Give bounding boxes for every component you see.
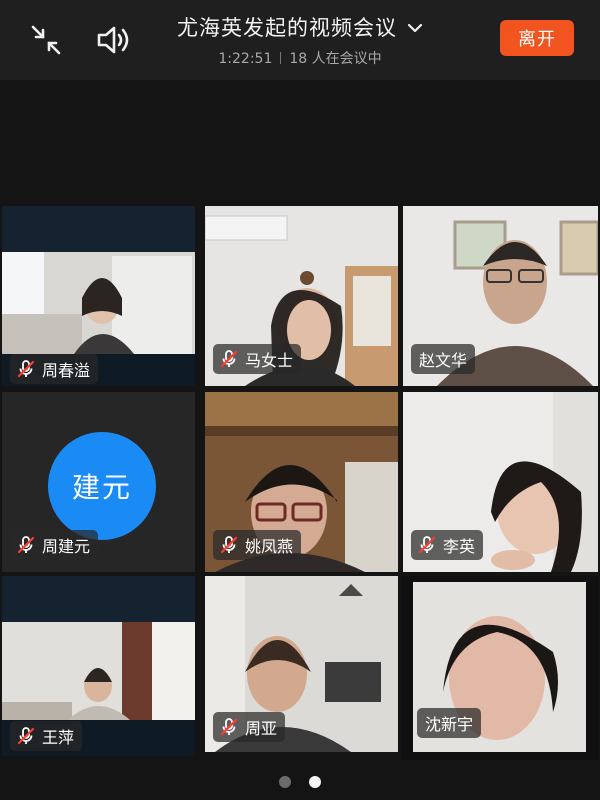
video-tile[interactable]: 沈新宇 xyxy=(401,576,598,760)
video-tile[interactable]: 周春溢 xyxy=(2,206,195,386)
page-indicator[interactable] xyxy=(0,776,600,788)
chevron-down-icon[interactable] xyxy=(407,15,423,39)
video-tile[interactable]: 姚凤燕 xyxy=(205,392,398,572)
mic-off-icon xyxy=(219,349,239,369)
participant-label: 沈新宇 xyxy=(417,708,482,738)
participant-label: 赵文华 xyxy=(411,344,476,374)
participant-label: 周春溢 xyxy=(10,354,99,384)
participant-name: 沈新宇 xyxy=(425,715,474,734)
video-tile[interactable]: 李英 xyxy=(403,392,598,572)
video-tile[interactable]: 周亚 xyxy=(205,576,398,752)
participant-label: 王萍 xyxy=(10,721,83,751)
top-bar: 尤海英发起的视频会议 1:22:51 18 人在会议中 离开 xyxy=(0,0,600,80)
divider xyxy=(280,52,282,64)
page-dot-2[interactable] xyxy=(309,776,321,788)
participant-label: 马女士 xyxy=(213,344,302,374)
meeting-duration: 1:22:51 xyxy=(218,51,273,67)
video-tile[interactable]: 马女士 xyxy=(205,206,398,386)
meeting-title: 尤海英发起的视频会议 xyxy=(177,16,397,40)
page-dot-1[interactable] xyxy=(279,776,291,788)
mic-off-icon xyxy=(16,535,36,555)
active-speaker-frame: 沈新宇 xyxy=(413,582,586,752)
participant-count: 18 人在会议中 xyxy=(289,51,382,67)
collapse-icon[interactable] xyxy=(26,20,66,60)
meeting-header[interactable]: 尤海英发起的视频会议 1:22:51 18 人在会议中 xyxy=(150,12,450,68)
participant-label: 李英 xyxy=(411,530,484,560)
avatar: 建元 xyxy=(48,432,156,540)
participant-label: 周亚 xyxy=(213,712,286,742)
speaker-icon[interactable] xyxy=(92,20,136,60)
participant-label: 周建元 xyxy=(10,530,99,560)
mic-off-icon xyxy=(219,717,239,737)
video-tile[interactable]: 王萍 xyxy=(2,576,195,756)
video-tile[interactable]: 建元 周建元 xyxy=(2,392,195,572)
mic-off-icon xyxy=(16,359,36,379)
participant-name: 马女士 xyxy=(245,351,294,370)
mic-off-icon xyxy=(219,535,239,555)
participant-label: 姚凤燕 xyxy=(213,530,302,560)
leave-button[interactable]: 离开 xyxy=(500,20,574,56)
participant-name: 周亚 xyxy=(245,719,278,738)
participant-name: 王萍 xyxy=(42,728,75,747)
video-tile[interactable]: 赵文华 xyxy=(403,206,598,386)
participant-name: 赵文华 xyxy=(419,351,468,370)
participant-name: 李英 xyxy=(443,537,476,556)
mic-off-icon xyxy=(16,726,36,746)
participant-name: 周建元 xyxy=(42,537,91,556)
participant-name: 周春溢 xyxy=(42,361,91,380)
mic-off-icon xyxy=(417,535,437,555)
participant-name: 姚凤燕 xyxy=(245,537,294,556)
